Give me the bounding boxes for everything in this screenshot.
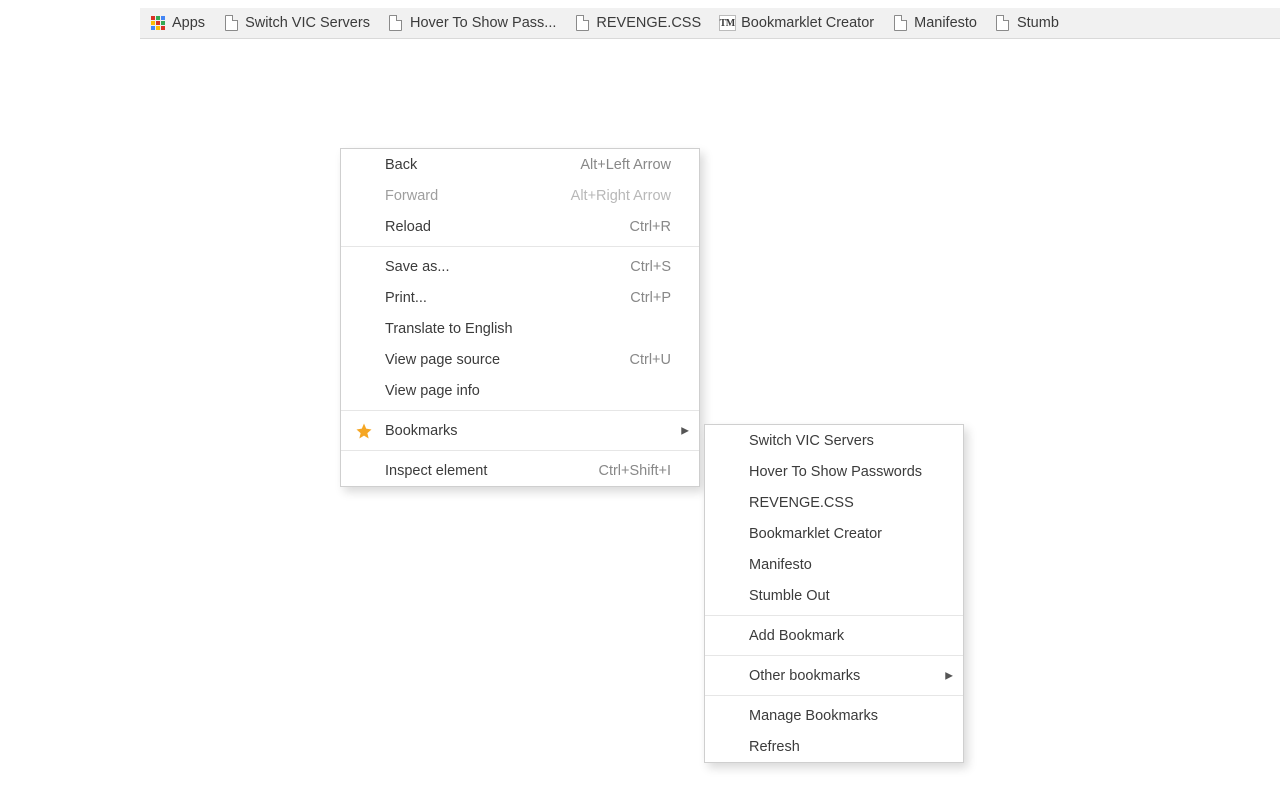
bookmarks-bar-item[interactable]: Stumb — [995, 15, 1059, 31]
submenu-item[interactable]: Hover To Show Passwords — [705, 456, 963, 487]
bookmarks-bar-item[interactable]: REVENGE.CSS — [574, 15, 701, 31]
submenu-item-other-bookmarks[interactable]: Other bookmarks ▶ — [705, 660, 963, 691]
submenu-item-label: Bookmarklet Creator — [749, 526, 882, 542]
menu-separator — [341, 410, 699, 411]
menu-item-save-as[interactable]: Save as... Ctrl+S — [341, 251, 699, 282]
bookmarks-bar-label: Manifesto — [914, 15, 977, 31]
menu-item-shortcut: Ctrl+P — [630, 290, 671, 306]
menu-item-shortcut: Ctrl+R — [630, 219, 672, 235]
submenu-item-add-bookmark[interactable]: Add Bookmark — [705, 620, 963, 651]
menu-separator — [705, 615, 963, 616]
menu-separator — [341, 450, 699, 451]
menu-item-label: Bookmarks — [385, 423, 458, 439]
menu-item-label: Back — [385, 157, 417, 173]
submenu-item-label: Refresh — [749, 739, 800, 755]
bookmarks-bar-item[interactable]: Manifesto — [892, 15, 977, 31]
chevron-right-icon: ▶ — [945, 670, 953, 681]
page-icon — [995, 15, 1011, 31]
submenu-item[interactable]: Switch VIC Servers — [705, 425, 963, 456]
submenu-item-label: Add Bookmark — [749, 628, 844, 644]
star-icon — [355, 422, 373, 440]
submenu-item-label: Stumble Out — [749, 588, 830, 604]
submenu-item-label: Other bookmarks — [749, 668, 860, 684]
menu-item-label: Print... — [385, 290, 427, 306]
menu-item-inspect-element[interactable]: Inspect element Ctrl+Shift+I — [341, 455, 699, 486]
bookmarks-bar-label: Switch VIC Servers — [245, 15, 370, 31]
submenu-item[interactable]: Bookmarklet Creator — [705, 518, 963, 549]
submenu-item-label: Manifesto — [749, 557, 812, 573]
submenu-item-label: REVENGE.CSS — [749, 495, 854, 511]
page-icon — [892, 15, 908, 31]
bookmarks-bar-label: Bookmarklet Creator — [741, 15, 874, 31]
submenu-item-label: Hover To Show Passwords — [749, 464, 922, 480]
bookmarks-bar-item[interactable]: Hover To Show Pass... — [388, 15, 556, 31]
chevron-right-icon: ▶ — [681, 425, 689, 436]
submenu-item[interactable]: Stumble Out — [705, 580, 963, 611]
menu-item-label: Translate to English — [385, 321, 513, 337]
bookmarks-bar-label: Stumb — [1017, 15, 1059, 31]
menu-item-translate[interactable]: Translate to English — [341, 313, 699, 344]
menu-item-forward: Forward Alt+Right Arrow — [341, 180, 699, 211]
menu-separator — [705, 655, 963, 656]
menu-item-bookmarks[interactable]: Bookmarks ▶ — [341, 415, 699, 446]
bookmarks-bar-item[interactable]: TM Bookmarklet Creator — [719, 15, 874, 31]
menu-item-shortcut: Alt+Right Arrow — [571, 188, 671, 204]
submenu-item-label: Switch VIC Servers — [749, 433, 874, 449]
bookmarks-submenu: Switch VIC Servers Hover To Show Passwor… — [704, 424, 964, 763]
menu-item-label: Inspect element — [385, 463, 487, 479]
bookmarks-bar-label: Hover To Show Pass... — [410, 15, 556, 31]
menu-item-label: Save as... — [385, 259, 449, 275]
menu-item-shortcut: Ctrl+Shift+I — [598, 463, 671, 479]
submenu-item-refresh[interactable]: Refresh — [705, 731, 963, 762]
tm-icon: TM — [719, 15, 735, 31]
bookmarks-bar-label: Apps — [172, 15, 205, 31]
menu-separator — [341, 246, 699, 247]
context-menu: Back Alt+Left Arrow Forward Alt+Right Ar… — [340, 148, 700, 487]
menu-item-view-source[interactable]: View page source Ctrl+U — [341, 344, 699, 375]
bookmarks-bar-item[interactable]: Switch VIC Servers — [223, 15, 370, 31]
bookmarks-bar-label: REVENGE.CSS — [596, 15, 701, 31]
menu-separator — [705, 695, 963, 696]
menu-item-shortcut: Ctrl+U — [630, 352, 672, 368]
menu-item-back[interactable]: Back Alt+Left Arrow — [341, 149, 699, 180]
menu-item-shortcut: Alt+Left Arrow — [580, 157, 671, 173]
menu-item-page-info[interactable]: View page info — [341, 375, 699, 406]
submenu-item-manage-bookmarks[interactable]: Manage Bookmarks — [705, 700, 963, 731]
menu-item-label: View page source — [385, 352, 500, 368]
submenu-item[interactable]: REVENGE.CSS — [705, 487, 963, 518]
apps-icon — [150, 15, 166, 31]
page-icon — [223, 15, 239, 31]
menu-item-print[interactable]: Print... Ctrl+P — [341, 282, 699, 313]
bookmarks-bar-item[interactable]: Apps — [150, 15, 205, 31]
menu-item-label: View page info — [385, 383, 480, 399]
menu-item-shortcut: Ctrl+S — [630, 259, 671, 275]
menu-item-label: Reload — [385, 219, 431, 235]
submenu-item-label: Manage Bookmarks — [749, 708, 878, 724]
bookmarks-bar: Apps Switch VIC Servers Hover To Show Pa… — [140, 8, 1280, 39]
page-icon — [574, 15, 590, 31]
page-icon — [388, 15, 404, 31]
menu-item-reload[interactable]: Reload Ctrl+R — [341, 211, 699, 242]
menu-item-label: Forward — [385, 188, 438, 204]
submenu-item[interactable]: Manifesto — [705, 549, 963, 580]
